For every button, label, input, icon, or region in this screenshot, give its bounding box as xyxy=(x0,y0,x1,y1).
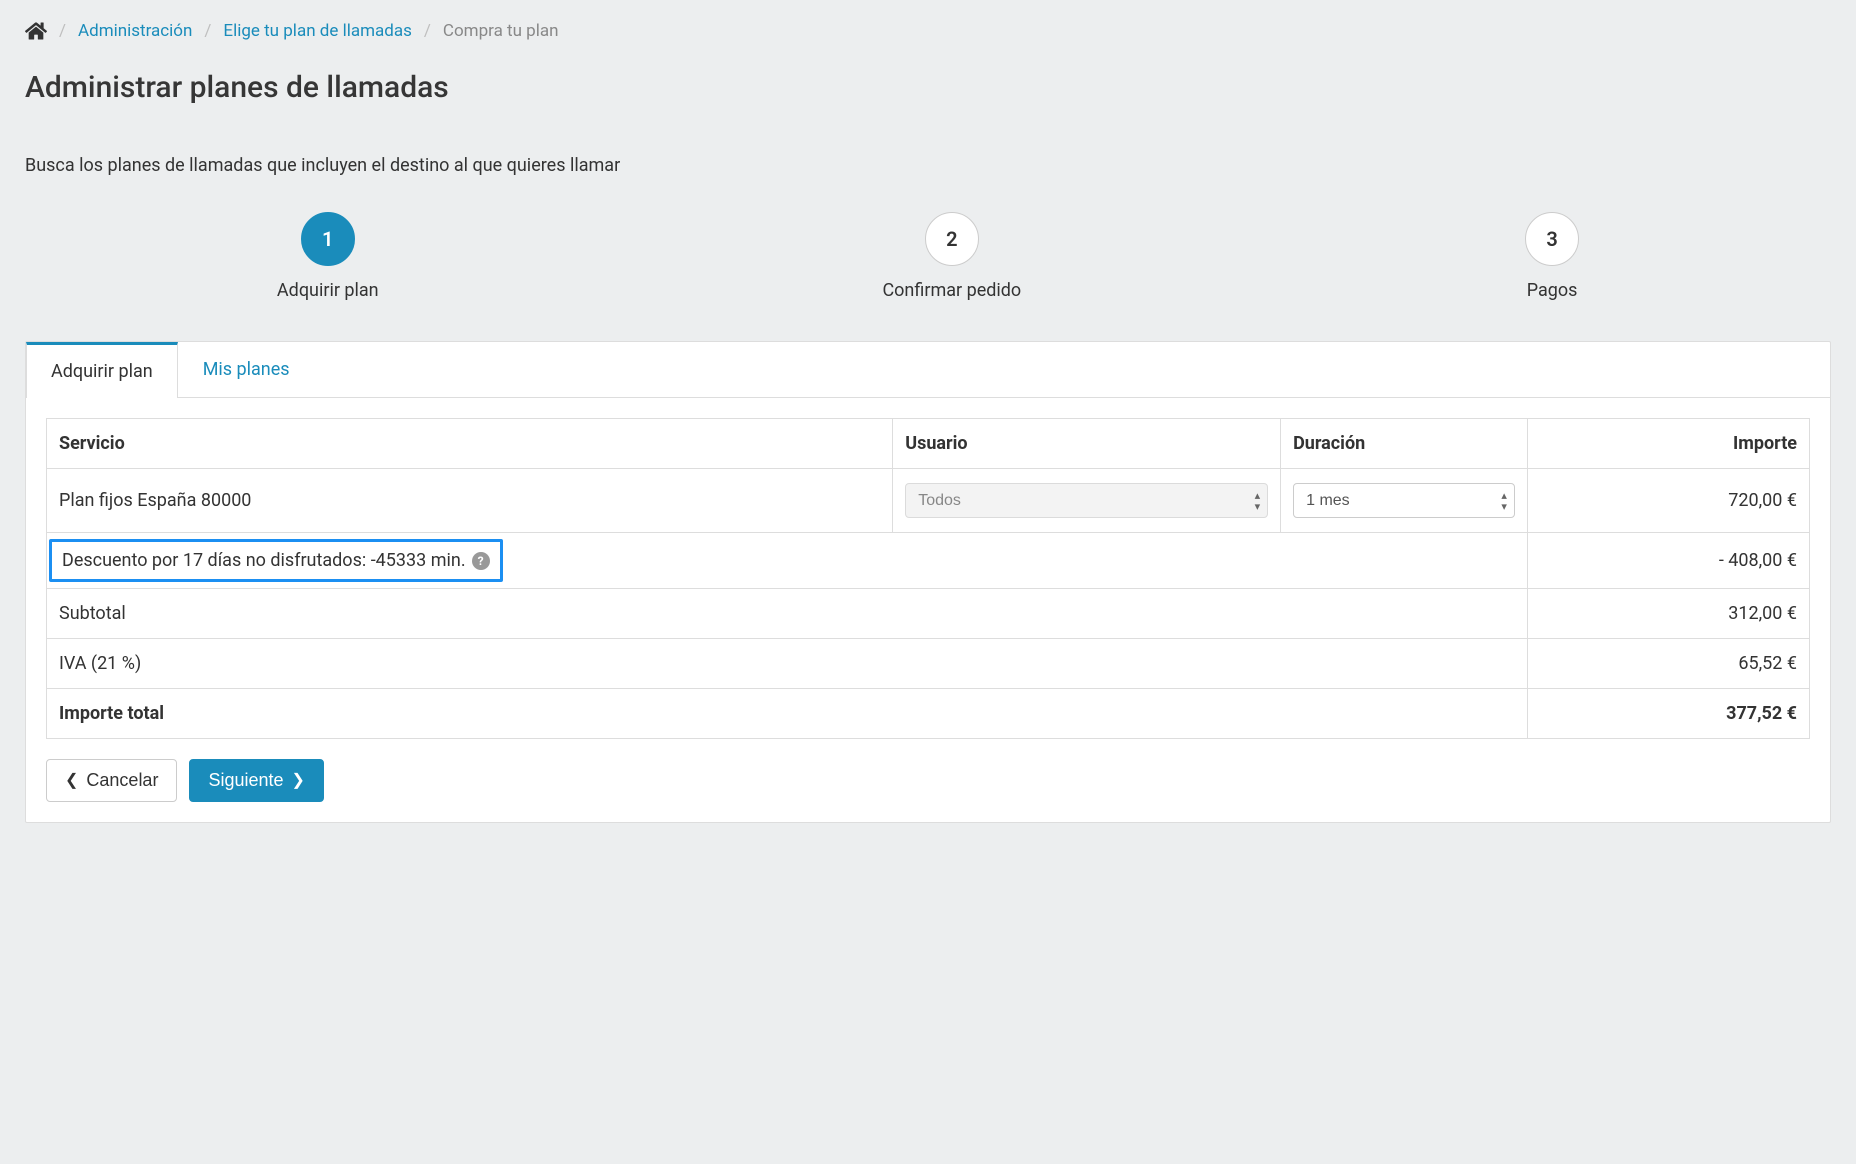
tab-acquire-plan[interactable]: Adquirir plan xyxy=(26,342,178,398)
chevron-right-icon: ❯ xyxy=(292,773,305,789)
breadcrumb-current: Compra tu plan xyxy=(443,21,559,41)
cell-iva-label: IVA (21 %) xyxy=(47,639,1528,689)
breadcrumb-separator: / xyxy=(424,21,431,41)
wizard-step-1: 1 Adquirir plan xyxy=(277,212,379,301)
actions-row: ❮ Cancelar Siguiente ❯ xyxy=(46,759,1810,802)
cell-total-importe: 377,52 € xyxy=(1527,689,1809,739)
th-duracion: Duración xyxy=(1281,419,1528,469)
breadcrumb-link-admin[interactable]: Administración xyxy=(78,21,192,41)
tabs: Adquirir plan Mis planes xyxy=(26,342,1830,398)
cancel-button-label: Cancelar xyxy=(86,770,158,791)
breadcrumb-separator: / xyxy=(59,21,66,41)
wizard-step-2-label: Confirmar pedido xyxy=(882,280,1021,301)
wizard-step-2: 2 Confirmar pedido xyxy=(882,212,1021,301)
discount-text: Descuento por 17 días no disfrutados: -4… xyxy=(62,550,466,571)
help-icon[interactable]: ? xyxy=(472,552,490,570)
table-row-plan: Plan fijos España 80000 Todos ▴▾ xyxy=(47,469,1810,533)
cancel-button[interactable]: ❮ Cancelar xyxy=(46,759,177,802)
table-header-row: Servicio Usuario Duración Importe xyxy=(47,419,1810,469)
table-row-discount: Descuento por 17 días no disfrutados: -4… xyxy=(47,533,1810,589)
page-subtitle: Busca los planes de llamadas que incluye… xyxy=(25,155,1831,176)
plan-table: Servicio Usuario Duración Importe Plan f… xyxy=(46,418,1810,739)
th-servicio: Servicio xyxy=(47,419,893,469)
cell-total-label: Importe total xyxy=(47,689,1528,739)
plan-card: Adquirir plan Mis planes Servicio Usuari… xyxy=(25,341,1831,823)
wizard-step-3-number: 3 xyxy=(1525,212,1579,266)
breadcrumb-link-choose-plan[interactable]: Elige tu plan de llamadas xyxy=(223,21,412,41)
page-title: Administrar planes de llamadas xyxy=(25,70,1831,105)
th-importe: Importe xyxy=(1527,419,1809,469)
next-button-label: Siguiente xyxy=(208,770,283,791)
table-row-subtotal: Subtotal 312,00 € xyxy=(47,589,1810,639)
cell-plan-usuario: Todos ▴▾ xyxy=(893,469,1281,533)
cell-plan-duracion: 1 mes ▴▾ xyxy=(1281,469,1528,533)
wizard-step-2-number: 2 xyxy=(925,212,979,266)
wizard-step-3-label: Pagos xyxy=(1527,280,1578,301)
cell-subtotal-label: Subtotal xyxy=(47,589,1528,639)
discount-highlight: Descuento por 17 días no disfrutados: -4… xyxy=(49,539,503,582)
cell-plan-servicio: Plan fijos España 80000 xyxy=(47,469,893,533)
cell-iva-importe: 65,52 € xyxy=(1527,639,1809,689)
user-select: Todos xyxy=(905,483,1268,518)
table-row-total: Importe total 377,52 € xyxy=(47,689,1810,739)
wizard: 1 Adquirir plan 2 Confirmar pedido 3 Pag… xyxy=(25,212,1831,301)
next-button[interactable]: Siguiente ❯ xyxy=(189,759,323,802)
cell-discount-importe: - 408,00 € xyxy=(1527,533,1809,589)
tab-my-plans[interactable]: Mis planes xyxy=(178,342,315,398)
wizard-step-1-number: 1 xyxy=(301,212,355,266)
home-icon[interactable] xyxy=(25,20,47,42)
cell-discount-label: Descuento por 17 días no disfrutados: -4… xyxy=(47,533,1528,589)
wizard-step-1-label: Adquirir plan xyxy=(277,280,379,301)
cell-subtotal-importe: 312,00 € xyxy=(1527,589,1809,639)
tab-content: Servicio Usuario Duración Importe Plan f… xyxy=(26,398,1830,822)
wizard-step-3: 3 Pagos xyxy=(1525,212,1579,301)
breadcrumb-separator: / xyxy=(204,21,211,41)
chevron-left-icon: ❮ xyxy=(65,773,78,789)
table-row-iva: IVA (21 %) 65,52 € xyxy=(47,639,1810,689)
th-usuario: Usuario xyxy=(893,419,1281,469)
breadcrumb: / Administración / Elige tu plan de llam… xyxy=(25,20,1831,42)
duration-select[interactable]: 1 mes xyxy=(1293,483,1515,518)
cell-plan-importe: 720,00 € xyxy=(1527,469,1809,533)
